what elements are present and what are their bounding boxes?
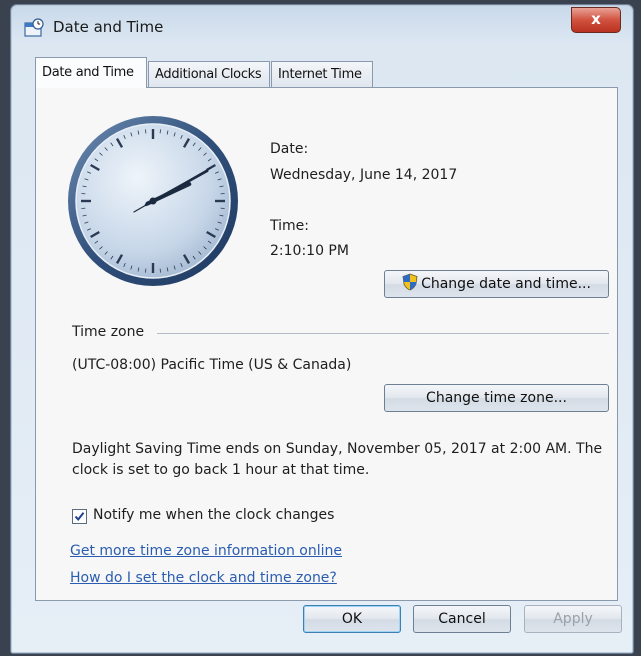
date-value: Wednesday, June 14, 2017 [270, 167, 458, 183]
tab-label: Internet Time [278, 67, 362, 82]
close-icon: x [591, 10, 601, 28]
analog-clock [68, 116, 238, 286]
notify-label: Notify me when the clock changes [93, 507, 335, 523]
uac-shield-icon [402, 273, 418, 291]
close-button[interactable]: x [571, 7, 621, 33]
tab-panel: Date: Wednesday, June 14, 2017 Time: 2:1… [35, 87, 618, 601]
date-label: Date: [270, 141, 309, 157]
tab-additional-clocks[interactable]: Additional Clocks [148, 61, 270, 87]
tab-label: Date and Time [42, 65, 134, 80]
date-time-icon [24, 18, 44, 38]
more-timezone-info-link[interactable]: Get more time zone information online [70, 543, 342, 559]
timezone-value: (UTC-08:00) Pacific Time (US & Canada) [72, 357, 352, 373]
dst-info-line2: clock is set to go back 1 hour at that t… [72, 462, 370, 478]
window-title: Date and Time [53, 18, 164, 36]
date-time-dialog: Date and Time x Date and Time Additional… [10, 4, 634, 654]
cancel-label: Cancel [438, 611, 486, 627]
time-label: Time: [270, 218, 309, 234]
title-bar: Date and Time x [11, 5, 633, 43]
ok-button[interactable]: OK [303, 605, 401, 633]
change-date-time-label: Change date and time... [421, 276, 591, 292]
clock-center [149, 197, 157, 205]
dst-info-line1: Daylight Saving Time ends on Sunday, Nov… [72, 441, 603, 457]
ok-label: OK [341, 611, 363, 627]
apply-label: Apply [553, 611, 593, 627]
how-set-clock-link[interactable]: How do I set the clock and time zone? [70, 570, 337, 586]
timezone-section-label: Time zone [72, 324, 145, 340]
notify-checkbox[interactable] [72, 509, 87, 524]
tab-internet-time[interactable]: Internet Time [271, 61, 373, 87]
apply-button[interactable]: Apply [524, 605, 622, 633]
change-timezone-button[interactable]: Change time zone... [384, 384, 609, 412]
timezone-divider [157, 333, 609, 334]
change-date-time-button[interactable]: Change date and time... [384, 270, 609, 298]
cancel-button[interactable]: Cancel [413, 605, 511, 633]
change-timezone-label: Change time zone... [426, 390, 567, 406]
tab-label: Additional Clocks [155, 67, 262, 82]
tab-date-and-time[interactable]: Date and Time [35, 57, 147, 88]
checkmark-icon [74, 512, 85, 522]
time-value: 2:10:10 PM [270, 243, 349, 259]
